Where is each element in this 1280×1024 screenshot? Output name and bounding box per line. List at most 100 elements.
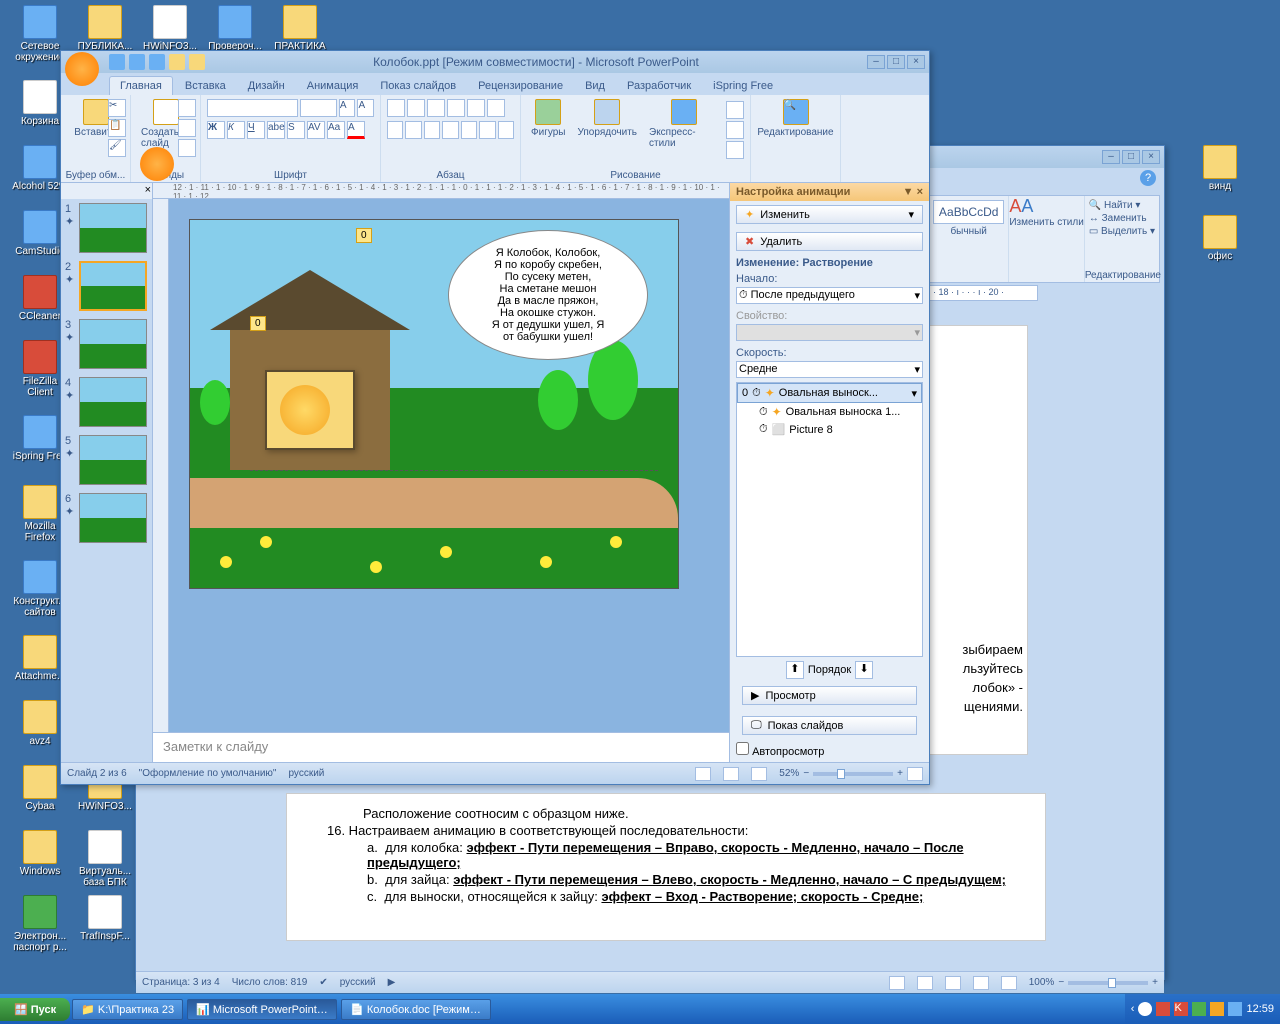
clock[interactable]: 12:59: [1246, 1003, 1274, 1015]
delete-slide-icon[interactable]: [178, 139, 196, 157]
slides-tab-icon[interactable]: [62, 184, 76, 196]
copy-icon[interactable]: 📋: [108, 119, 126, 137]
tray-icon[interactable]: [1210, 1002, 1224, 1016]
ribbon-tab[interactable]: Анимация: [297, 77, 369, 95]
desktop-icon[interactable]: ПРАКТИКА: [270, 5, 330, 52]
volume-icon[interactable]: [1228, 1002, 1242, 1016]
bullets-icon[interactable]: [387, 99, 405, 117]
cut-icon[interactable]: ✂: [108, 99, 126, 117]
quick-styles-button[interactable]: Экспресс-стили: [645, 97, 722, 159]
desktop-icon[interactable]: Электрон... паспорт р...: [10, 895, 70, 953]
slide-thumbnail[interactable]: 5✦: [61, 431, 152, 489]
view-fullscreen[interactable]: [917, 976, 933, 990]
start-button[interactable]: 🪟 Пуск: [0, 998, 70, 1021]
anim-marker-b[interactable]: 0: [250, 316, 266, 331]
increase-indent-icon[interactable]: [447, 99, 465, 117]
ribbon-tab[interactable]: Вставка: [175, 77, 236, 95]
view-outline[interactable]: [973, 976, 989, 990]
editing-button[interactable]: 🔍Редактирование: [757, 97, 834, 140]
help-icon[interactable]: ?: [1140, 170, 1156, 186]
close-button[interactable]: ×: [1142, 150, 1160, 164]
macro-icon[interactable]: ▶: [388, 977, 396, 988]
zoom-slider[interactable]: [1068, 981, 1148, 985]
desktop-icon[interactable]: Провероч...: [205, 5, 265, 52]
start-select[interactable]: ⏱ После предыдущего▾: [736, 287, 923, 304]
office-button[interactable]: [140, 147, 174, 181]
shape-fill-icon[interactable]: [726, 101, 744, 119]
shadow-icon[interactable]: S: [287, 121, 305, 139]
tray-icon[interactable]: [1138, 1002, 1152, 1016]
align-left-icon[interactable]: [387, 121, 403, 139]
font-color-icon[interactable]: A: [347, 121, 365, 139]
close-button[interactable]: ×: [907, 55, 925, 69]
align-right-icon[interactable]: [424, 121, 440, 139]
zoom-slider[interactable]: [813, 772, 893, 776]
shrink-font-icon[interactable]: A: [357, 99, 374, 117]
tray-icon[interactable]: K: [1174, 1002, 1188, 1016]
slide-thumbnail[interactable]: 4✦: [61, 373, 152, 431]
autopreview-checkbox[interactable]: Автопросмотр: [736, 742, 923, 758]
quick-access-toolbar[interactable]: [109, 54, 205, 70]
notes-pane[interactable]: Заметки к слайду: [153, 732, 729, 762]
pane-close-icon[interactable]: ×: [917, 186, 923, 198]
slide-thumbnail[interactable]: 6✦: [61, 489, 152, 547]
view-web[interactable]: [945, 976, 961, 990]
system-tray[interactable]: ‹ K 12:59: [1125, 994, 1280, 1024]
change-styles-button[interactable]: AA Изменить стили: [1009, 196, 1084, 282]
minimize-button[interactable]: –: [867, 55, 885, 69]
maximize-button[interactable]: □: [887, 55, 905, 69]
line-spacing-icon[interactable]: [467, 99, 485, 117]
view-print-layout[interactable]: [889, 976, 905, 990]
decrease-indent-icon[interactable]: [427, 99, 445, 117]
case-icon[interactable]: Aa: [327, 121, 345, 139]
word-document-body[interactable]: Расположение соотносим с образцом ниже. …: [286, 793, 1046, 941]
numbering-icon[interactable]: [407, 99, 425, 117]
remove-effect-button[interactable]: ✖Удалить: [736, 232, 923, 251]
taskbar-button[interactable]: 📊 Microsoft PowerPoint ...: [187, 999, 337, 1020]
ribbon-tab[interactable]: Показ слайдов: [370, 77, 466, 95]
align-text-icon[interactable]: [479, 121, 495, 139]
maximize-button[interactable]: □: [1122, 150, 1140, 164]
arrange-button[interactable]: Упорядочить: [573, 97, 641, 159]
strike-icon[interactable]: abe: [267, 121, 285, 139]
slide-thumbnail[interactable]: 1✦: [61, 199, 152, 257]
shape-effects-icon[interactable]: [726, 141, 744, 159]
shapes-button[interactable]: Фигуры: [527, 97, 569, 159]
pane-dropdown-icon[interactable]: ▼: [903, 186, 914, 198]
reset-icon[interactable]: [178, 119, 196, 137]
underline-icon[interactable]: Ч: [247, 121, 265, 139]
spell-icon[interactable]: ✔: [319, 977, 327, 988]
language-indicator[interactable]: русский: [340, 977, 376, 988]
desktop-icon[interactable]: TrafInspF...: [75, 895, 135, 942]
language-indicator[interactable]: русский: [288, 768, 324, 779]
fit-button[interactable]: [907, 767, 923, 781]
normal-view-button[interactable]: [695, 767, 711, 781]
theme-indicator[interactable]: "Оформление по умолчанию": [139, 768, 277, 779]
word-count[interactable]: Число слов: 819: [232, 977, 308, 988]
zoom-out-button[interactable]: −: [803, 768, 809, 779]
desktop-icon[interactable]: ПУБЛИКА...: [75, 5, 135, 52]
slide-indicator[interactable]: Слайд 2 из 6: [67, 768, 127, 779]
zoom-level[interactable]: 52%: [779, 768, 799, 779]
slide-thumbnail[interactable]: 3✦: [61, 315, 152, 373]
page-indicator[interactable]: Страница: 3 из 4: [142, 977, 220, 988]
find-button[interactable]: 🔍 Найти ▾: [1089, 200, 1155, 211]
anim-item[interactable]: ⏱ ✦ Овальная выноска 1...: [737, 403, 922, 421]
move-up-button[interactable]: ⬆: [786, 661, 804, 679]
ribbon-tab[interactable]: Разработчик: [617, 77, 701, 95]
bold-icon[interactable]: Ж: [207, 121, 225, 139]
zoom-level[interactable]: 100%: [1029, 977, 1055, 988]
style-preview[interactable]: АаBbCcDd: [933, 200, 1004, 224]
office-button[interactable]: [65, 52, 99, 86]
replace-button[interactable]: ↔ Заменить: [1089, 213, 1155, 224]
sorter-view-button[interactable]: [723, 767, 739, 781]
layout-icon[interactable]: [178, 99, 196, 117]
kolobok-character[interactable]: [280, 385, 330, 435]
tray-icon[interactable]: [1192, 1002, 1206, 1016]
redo-icon[interactable]: [149, 54, 165, 70]
taskbar-button[interactable]: 📁 K:\Практика 23: [72, 999, 183, 1020]
font-size-select[interactable]: [300, 99, 337, 117]
save-icon[interactable]: [109, 54, 125, 70]
animation-list[interactable]: 0 ⏱ ✦ Овальная выноск...▾ ⏱ ✦ Овальная в…: [736, 382, 923, 657]
change-effect-button[interactable]: ✦Изменить▾: [736, 205, 923, 224]
